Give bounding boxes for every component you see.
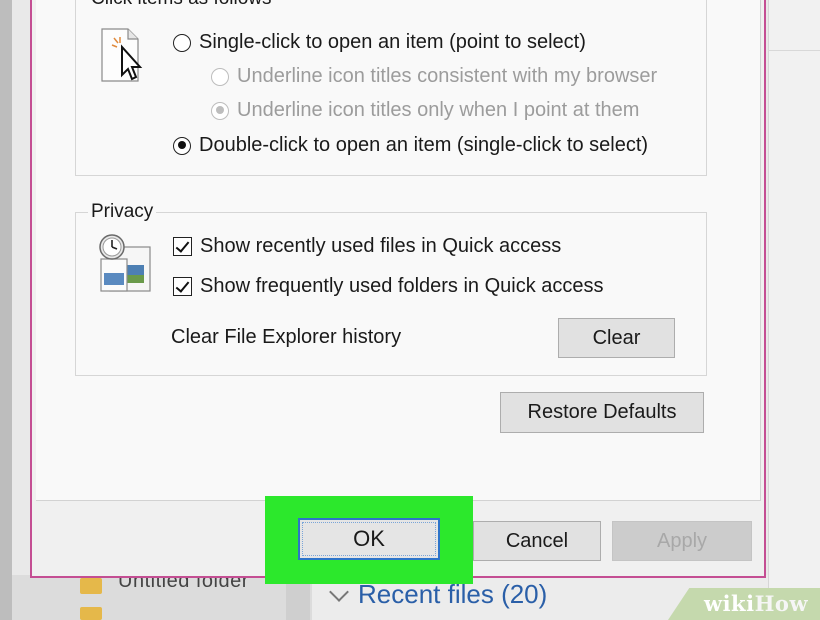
show-frequent-folders-label: Show frequently used folders in Quick ac… — [200, 275, 604, 297]
show-recent-files-label: Show recently used files in Quick access — [200, 235, 562, 257]
double-click-label: Double-click to open an item (single-cli… — [199, 134, 649, 156]
apply-button: Apply — [612, 521, 752, 561]
double-click-radio[interactable] — [173, 136, 191, 155]
single-click-radio[interactable] — [173, 33, 191, 52]
explorer-right-panel — [768, 0, 820, 620]
privacy-clock-icon — [99, 234, 151, 292]
single-click-option[interactable]: Single-click to open an item (point to s… — [173, 31, 586, 54]
chevron-down-icon — [329, 581, 349, 602]
ok-button[interactable]: OK — [298, 518, 440, 560]
explorer-divider — [768, 50, 820, 51]
folder-icon — [80, 607, 102, 620]
privacy-legend: Privacy — [88, 201, 157, 223]
wikihow-watermark: wikiHow — [668, 588, 820, 620]
underline-browser-option: Underline icon titles consistent with my… — [211, 65, 657, 88]
underline-point-radio — [211, 101, 229, 120]
click-items-legend: Click items as follows — [88, 0, 275, 10]
show-frequent-folders-checkbox[interactable] — [173, 277, 192, 296]
explorer-left-edge — [0, 0, 12, 620]
watermark-text: wikiHow — [704, 591, 809, 616]
nav-scrollbar[interactable] — [286, 580, 310, 620]
underline-point-option: Underline icon titles only when I point … — [211, 99, 639, 122]
underline-point-label: Underline icon titles only when I point … — [237, 99, 640, 121]
clear-button[interactable]: Clear — [558, 318, 675, 358]
double-click-option[interactable]: Double-click to open an item (single-cli… — [173, 134, 648, 157]
folder-icon — [80, 578, 102, 594]
show-recent-files-checkbox[interactable] — [173, 237, 192, 256]
show-recent-files-option[interactable]: Show recently used files in Quick access — [173, 235, 561, 258]
restore-defaults-button[interactable]: Restore Defaults — [500, 392, 704, 433]
clear-history-label: Clear File Explorer history — [171, 326, 402, 348]
show-frequent-folders-option[interactable]: Show frequently used folders in Quick ac… — [173, 275, 604, 298]
underline-browser-radio — [211, 67, 229, 86]
cancel-button[interactable]: Cancel — [473, 521, 601, 561]
underline-browser-label: Underline icon titles consistent with my… — [237, 65, 658, 87]
cursor-click-icon — [101, 28, 143, 82]
single-click-label: Single-click to open an item (point to s… — [199, 31, 586, 53]
